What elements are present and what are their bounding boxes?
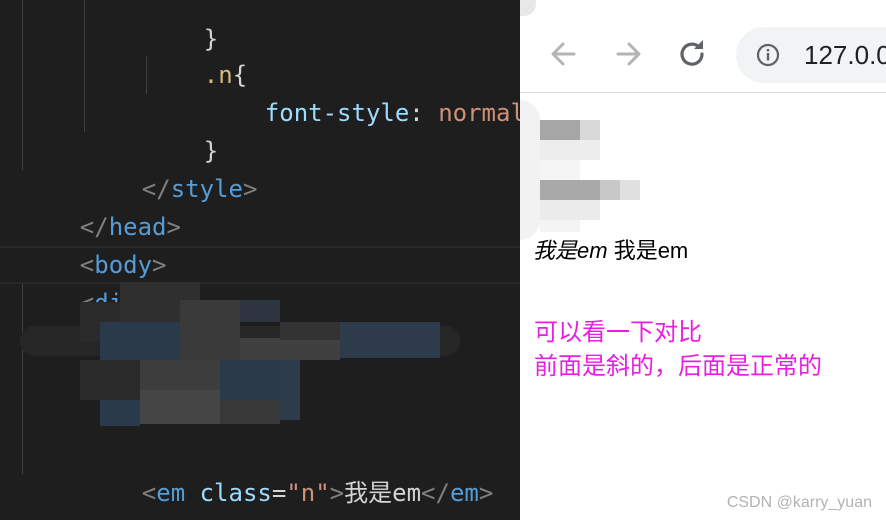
browser-window: 127.0.0.1 我是em 我是em 可以看一下对比 前面是斜的，后面是正常的… (520, 0, 886, 520)
code-line-8[interactable]: <div> (22, 246, 152, 317)
attribute-name: class (199, 479, 272, 507)
code-line-5[interactable]: </style> (84, 132, 258, 203)
css-value: normal (438, 99, 520, 127)
address-bar[interactable]: 127.0.0.1 (736, 27, 886, 83)
code-editor[interactable]: } .n{ font-style: normal; } </style> </h… (0, 0, 520, 520)
url-text[interactable]: 127.0.0.1 (804, 37, 886, 73)
code-line-1[interactable]: } (146, 0, 218, 53)
indent-guide (84, 0, 85, 132)
rendered-em-output: 我是em 我是em (533, 236, 688, 266)
code-line-3[interactable]: font-style: normal; (207, 56, 520, 127)
forward-button[interactable] (604, 30, 652, 78)
code-line-6[interactable]: </head> (22, 170, 181, 241)
tag-name: style (170, 175, 243, 203)
annotation-line-1: 可以看一下对比 (534, 318, 702, 346)
code-line-4[interactable]: } (146, 94, 218, 165)
code-line-div-close[interactable]: </div> (22, 474, 167, 520)
code-line-em[interactable]: <em class="n">我是em</em> (84, 436, 494, 507)
css-property: font-style (264, 99, 410, 127)
normal-em: 我是em (613, 238, 689, 263)
back-button[interactable] (540, 30, 588, 78)
arrow-right-icon (616, 42, 641, 66)
code-line-7[interactable]: <body> (22, 208, 167, 279)
indent-guide (22, 0, 23, 170)
code-line-2[interactable]: .n{ (146, 18, 247, 89)
tag-name: em (449, 479, 479, 507)
info-icon[interactable] (756, 43, 780, 67)
reload-button[interactable] (668, 30, 716, 78)
annotation-line-2: 前面是斜的，后面是正常的 (534, 352, 822, 380)
italic-em: 我是em (533, 238, 608, 263)
reload-icon (680, 40, 704, 66)
watermark: CSDN @karry_yuan (726, 494, 872, 511)
element-text: 我是em (344, 479, 422, 507)
attribute-value: "n" (286, 479, 330, 507)
browser-toolbar: 127.0.0.1 (520, 0, 886, 93)
tab-strip-corner (520, 0, 536, 16)
arrow-left-icon (551, 42, 576, 66)
